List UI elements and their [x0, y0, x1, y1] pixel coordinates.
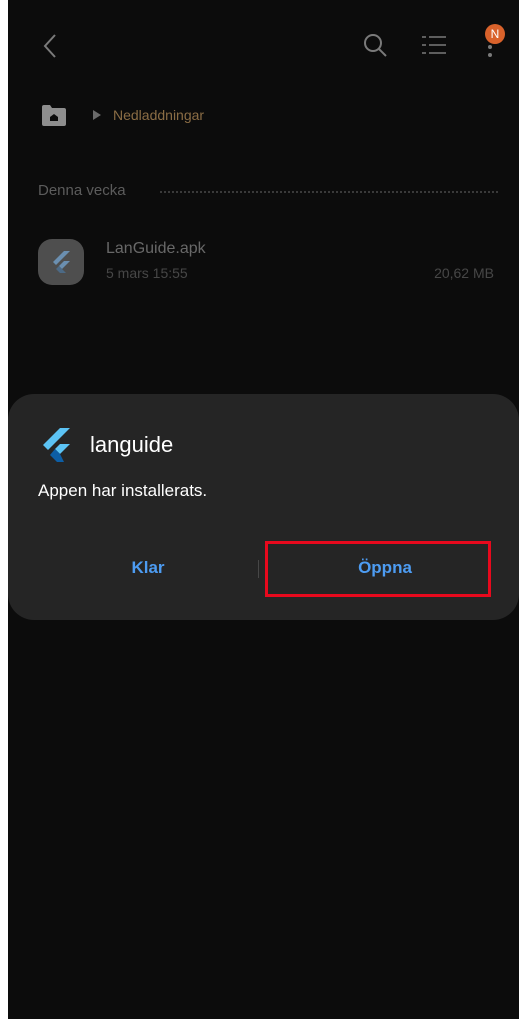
- done-button[interactable]: Klar: [28, 546, 268, 590]
- flutter-logo-icon: [43, 428, 70, 462]
- file-date: 5 mars 15:55: [106, 265, 188, 281]
- flutter-app-icon: [38, 239, 84, 285]
- dialog-message: Appen har installerats.: [38, 481, 208, 500]
- section-header: Denna vecka: [38, 180, 498, 202]
- search-icon[interactable]: [362, 32, 388, 58]
- breadcrumb: Nedladdningar: [40, 100, 340, 130]
- file-size: 20,62 MB: [434, 265, 494, 281]
- screen: N Nedladdningar Denna vecka LanGuide.apk…: [8, 0, 519, 1019]
- section-divider: [160, 191, 498, 193]
- dialog-app-name: languide: [90, 432, 174, 457]
- open-button-highlight: [265, 541, 491, 597]
- top-bar: N: [8, 0, 519, 90]
- home-folder-icon[interactable]: [40, 103, 68, 127]
- triangle-right-icon: [93, 110, 101, 120]
- section-title: Denna vecka: [38, 182, 126, 199]
- button-divider: [258, 560, 259, 578]
- install-complete-dialog: languide Appen har installerats. Klar Öp…: [8, 394, 519, 620]
- file-row[interactable]: LanGuide.apk 5 mars 15:55 20,62 MB: [8, 230, 519, 300]
- breadcrumb-current[interactable]: Nedladdningar: [113, 105, 204, 125]
- list-view-icon[interactable]: [421, 33, 447, 57]
- back-chevron-icon[interactable]: [38, 32, 62, 60]
- notification-badge: N: [485, 24, 505, 44]
- file-name: LanGuide.apk: [106, 240, 206, 257]
